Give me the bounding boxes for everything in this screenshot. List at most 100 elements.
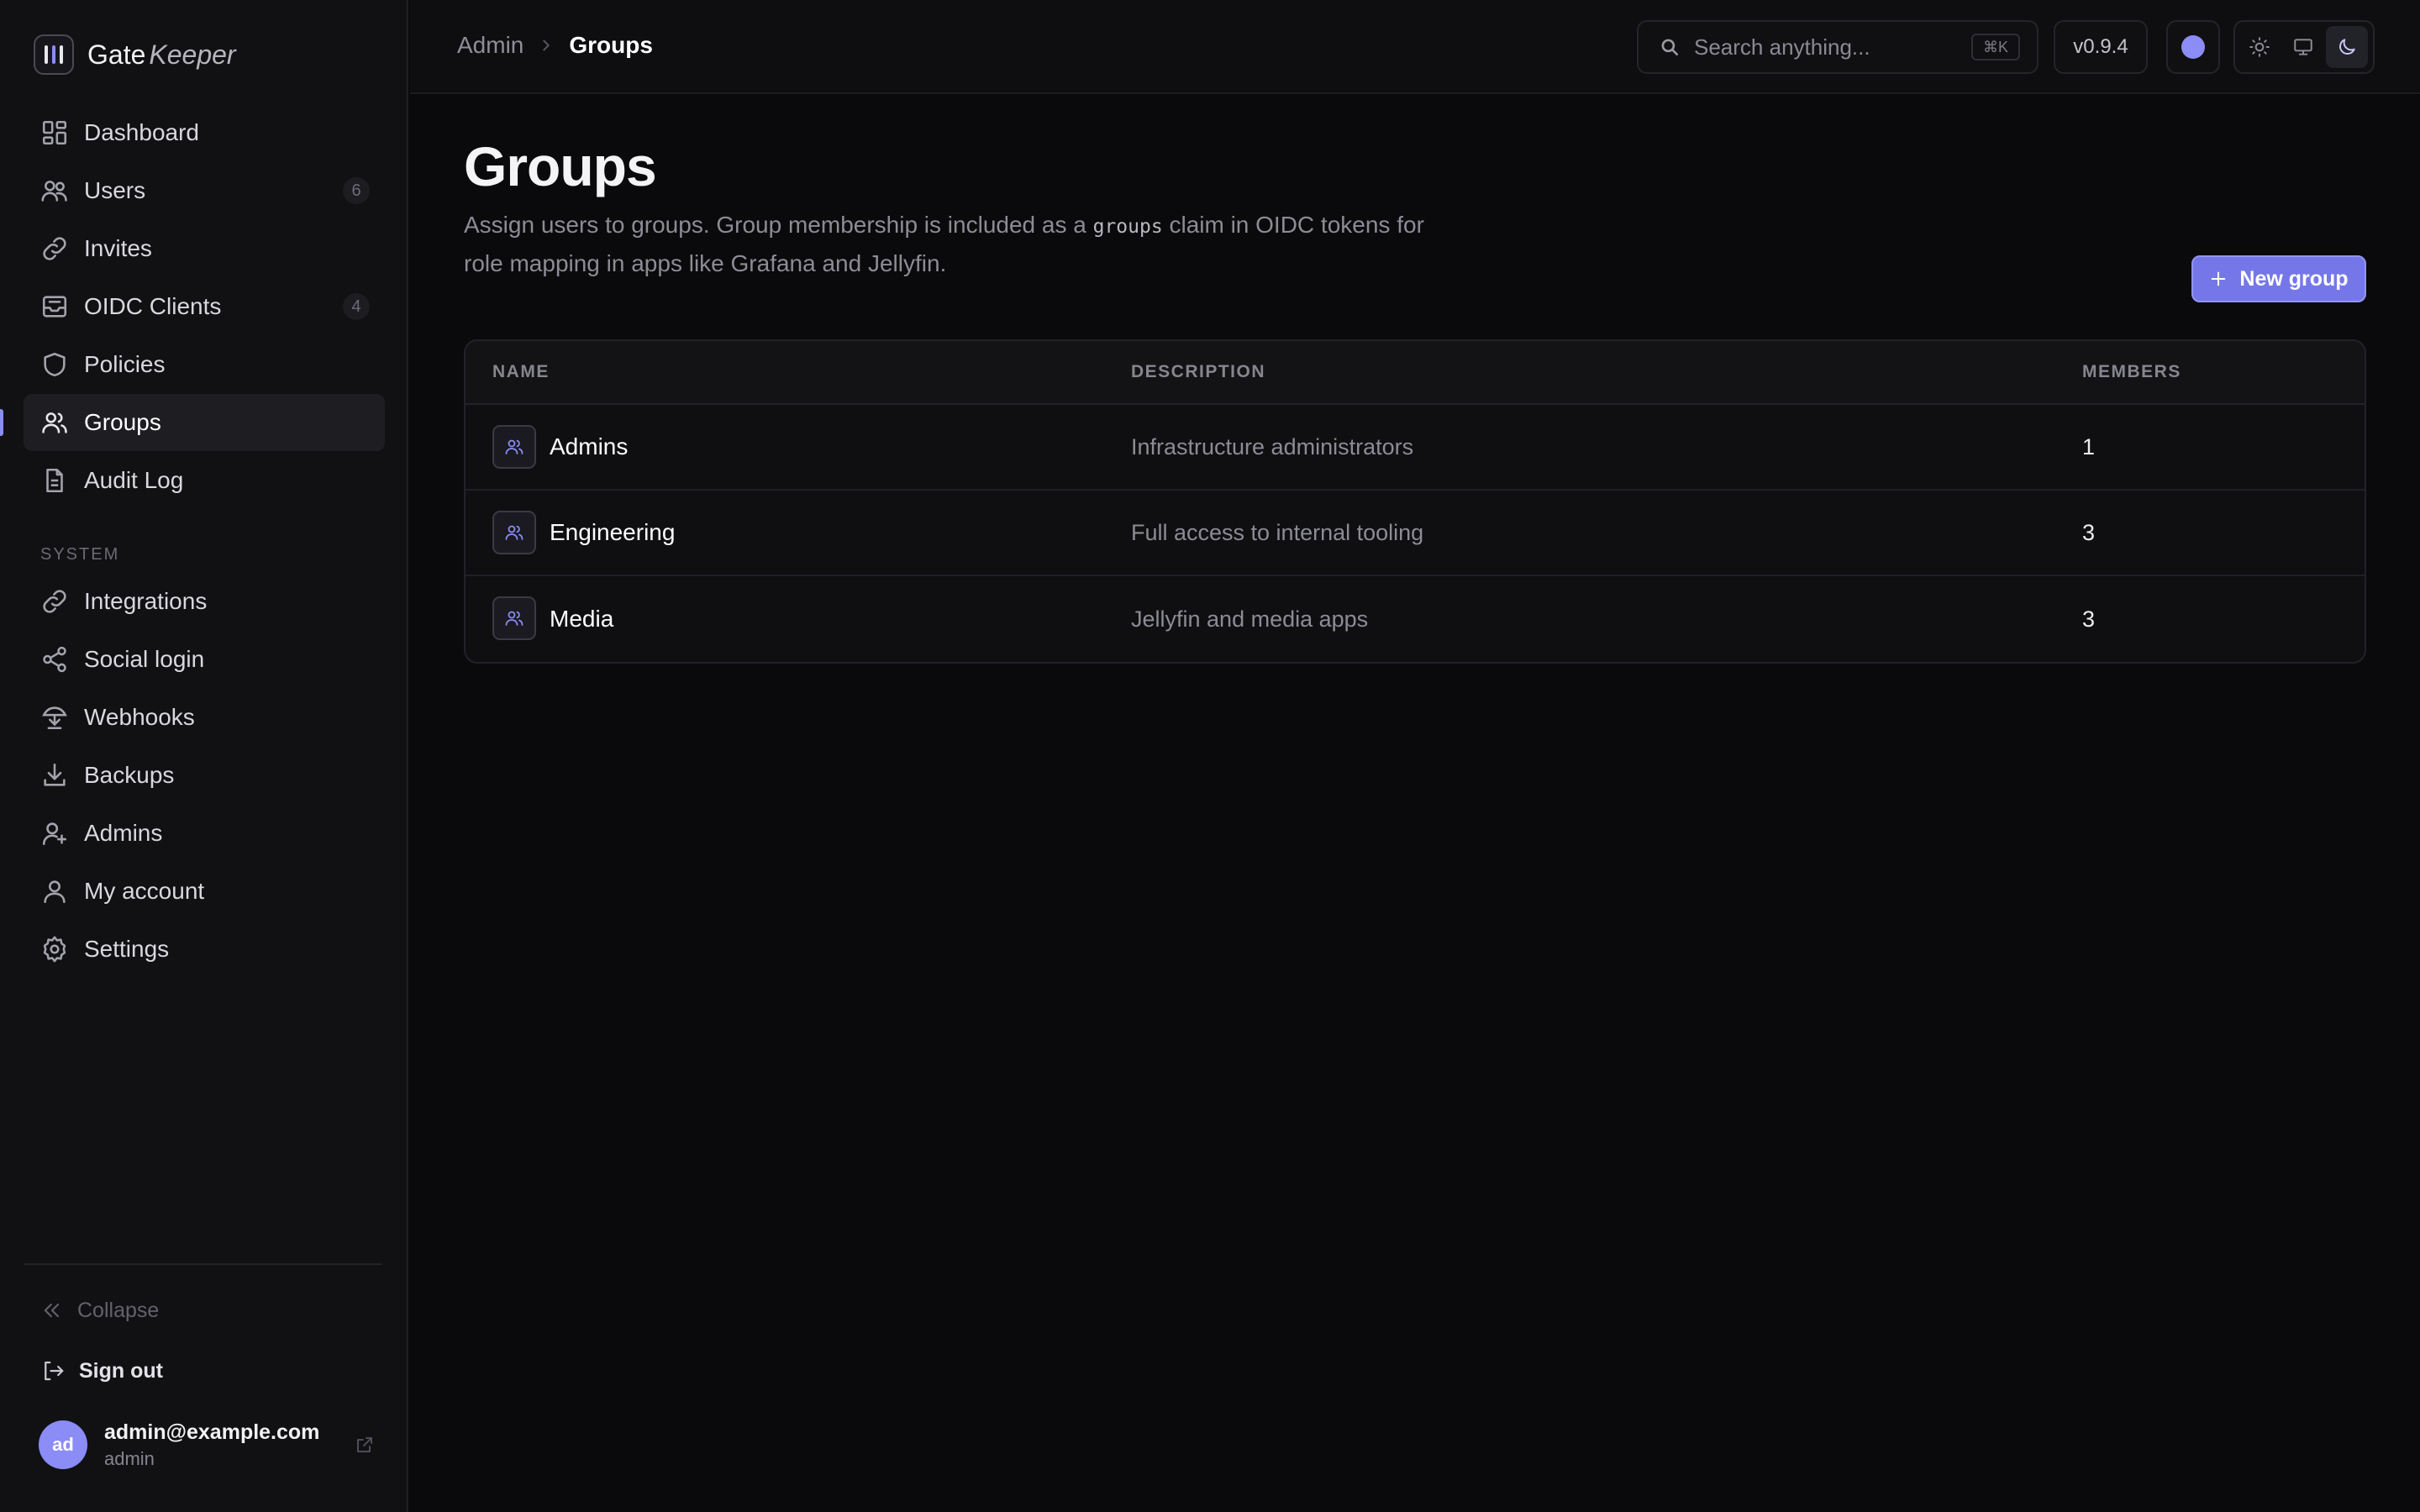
user-email: admin@example.com [104,1420,320,1444]
sidebar-item-backups[interactable]: Backups [24,747,385,804]
sidebar-item-webhooks[interactable]: Webhooks [24,689,385,746]
column-header-name[interactable]: NAME [492,362,550,382]
sidebar-item-label: Dashboard [84,119,199,145]
group-icon [492,425,536,469]
sidebar-item-audit-log[interactable]: Audit Log [24,452,385,509]
logout-icon [40,1358,66,1383]
group-icon [492,596,536,640]
document-icon [40,466,69,495]
plus-icon [2209,270,2228,288]
sidebar-item-admins[interactable]: Admins [24,805,385,862]
group-members: 1 [2082,433,2096,459]
sidebar-item-label: Audit Log [84,467,184,493]
avatar: ad [39,1420,87,1469]
breadcrumb-current: Groups [569,32,653,58]
sidebar-item-label: Users [84,177,146,203]
table-row[interactable]: Media Jellyfin and media apps 3 [466,576,2365,662]
table-row[interactable]: Admins Infrastructure administrators 1 [466,405,2365,491]
version-badge: v0.9.4 [2054,20,2148,74]
breadcrumb: Admin Groups [457,29,653,62]
new-group-button[interactable]: New group [2191,255,2366,302]
sidebar-item-invites[interactable]: Invites [24,220,385,277]
sidebar-item-integrations[interactable]: Integrations [24,573,385,630]
table-row[interactable]: Engineering Full access to internal tool… [466,491,2365,576]
current-user[interactable]: ad admin@example.com admin [39,1420,375,1470]
new-group-label: New group [2239,266,2349,291]
groups-table: NAME DESCRIPTION MEMBERS Admins Infrastr… [464,339,2366,664]
sidebar-item-oidc-clients[interactable]: OIDC Clients 4 [24,278,385,335]
search-input[interactable]: Search anything... ⌘K [1637,20,2039,74]
download-icon [40,761,69,790]
sidebar-item-dashboard[interactable]: Dashboard [24,104,385,161]
shield-icon [40,350,69,379]
sidebar-item-groups[interactable]: Groups [0,394,385,451]
link-icon [40,234,69,263]
search-shortcut: ⌘K [1970,34,2020,60]
user-plus-icon [40,819,69,848]
external-link-icon[interactable] [355,1435,375,1455]
sidebar-item-users[interactable]: Users 6 [24,162,385,219]
oidc-count-badge: 4 [343,293,370,320]
sidebar-item-settings[interactable]: Settings [24,921,385,978]
sidebar-item-label: Social login [84,646,205,672]
group-description: Infrastructure administrators [1131,433,1414,459]
group-members: 3 [2082,519,2096,545]
group-members: 3 [2082,606,2096,632]
group-icon [492,511,536,554]
search-icon [1659,36,1681,58]
sidebar-item-my-account[interactable]: My account [24,863,385,920]
accent-color-swatch [2181,35,2205,59]
group-name[interactable]: Media [550,606,613,633]
sign-out-button[interactable]: Sign out [40,1354,163,1388]
gear-icon [40,935,69,963]
page-description: Assign users to groups. Group membership… [464,207,1455,282]
sidebar-item-label: Groups [84,409,161,435]
sidebar-item-label: OIDC Clients [84,293,222,319]
theme-system-button[interactable] [2282,26,2324,68]
app-name-keeper: Keeper [149,39,236,70]
group-name[interactable]: Engineering [550,519,675,546]
search-placeholder: Search anything... [1694,34,1870,60]
sidebar-item-social-login[interactable]: Social login [24,631,385,688]
sun-icon [2249,36,2270,58]
app-logo[interactable]: Gate Keeper [34,34,236,76]
sidebar-item-policies[interactable]: Policies [24,336,385,393]
sidebar-item-label: Integrations [84,588,208,614]
accent-color-button[interactable] [2166,20,2220,74]
sidebar-nav: Dashboard Users 6 Invites OIDC Clients 4… [0,104,385,979]
user-role: admin [104,1447,155,1469]
user-icon [40,877,69,906]
share-icon [40,645,69,674]
webhook-icon [40,703,69,732]
theme-dark-button[interactable] [2326,26,2368,68]
users-count-badge: 6 [343,177,370,204]
sidebar: Gate Keeper Dashboard Users 6 Invites OID… [0,0,408,1512]
link-icon [40,587,69,616]
collapse-button[interactable]: Collapse [40,1294,159,1327]
sidebar-item-label: Backups [84,762,175,788]
column-header-members[interactable]: MEMBERS [2082,362,2181,382]
dashboard-icon [40,118,69,147]
groups-icon [40,408,69,437]
description-code: groups [1092,216,1163,238]
inbox-icon [40,292,69,321]
group-description: Jellyfin and media apps [1131,606,1369,632]
sign-out-label: Sign out [79,1358,163,1383]
chevrons-left-icon [40,1299,64,1322]
sidebar-item-label: Settings [84,936,170,962]
theme-switcher [2233,20,2375,74]
sidebar-item-label: Admins [84,820,163,846]
breadcrumb-admin[interactable]: Admin [457,32,523,59]
group-name[interactable]: Admins [550,433,628,460]
sidebar-divider [24,1263,381,1265]
topbar: Admin Groups Search anything... ⌘K v0.9.… [410,0,2420,94]
sidebar-item-label: Policies [84,351,166,377]
column-header-description[interactable]: DESCRIPTION [1131,362,1265,382]
logo-icon [34,34,74,75]
description-text: Assign users to groups. Group membership… [464,212,1093,238]
table-header: NAME DESCRIPTION MEMBERS [466,341,2365,405]
sidebar-item-label: Webhooks [84,704,195,730]
system-section-label: SYSTEM [40,545,120,564]
app-name-gate: Gate [87,39,146,70]
theme-light-button[interactable] [2238,26,2281,68]
